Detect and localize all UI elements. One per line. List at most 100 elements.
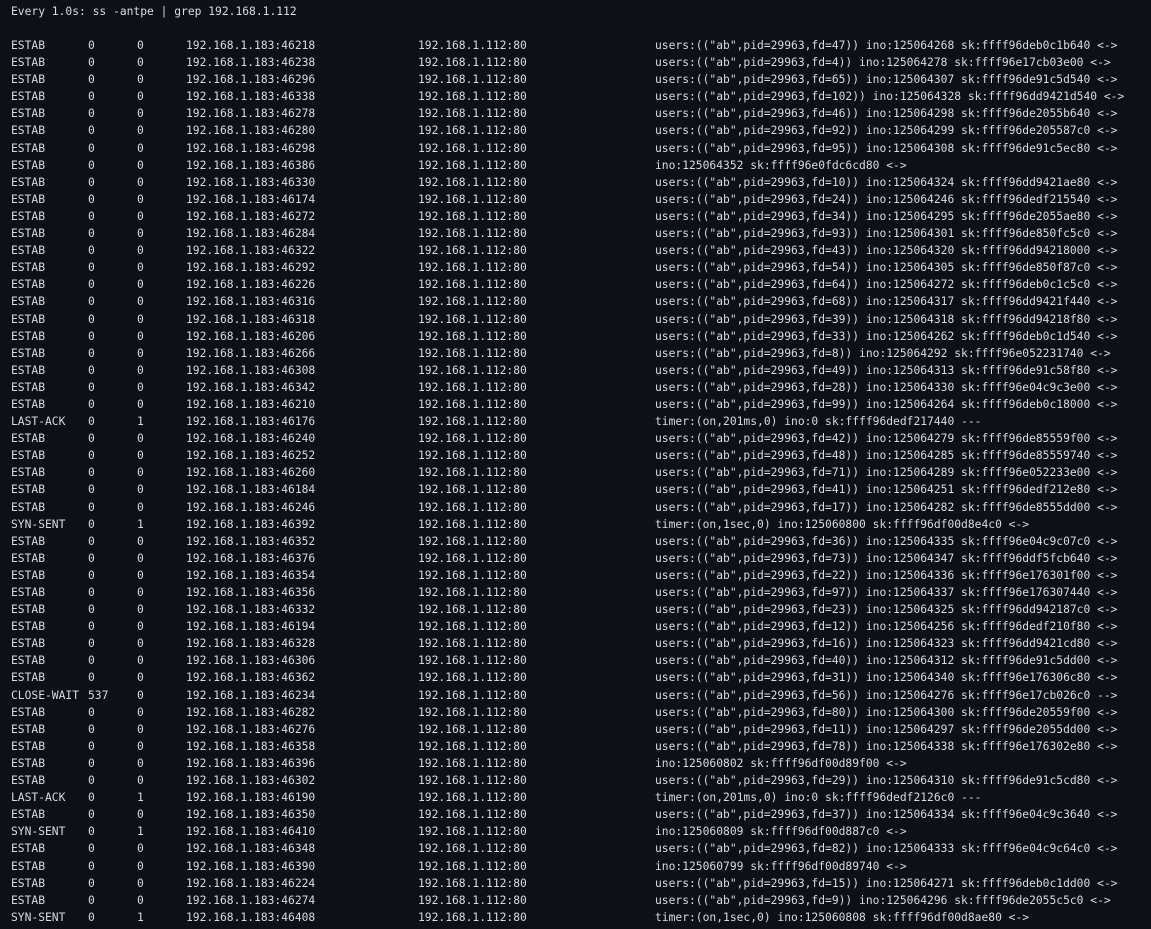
socket-row: ESTAB 0 0 192.168.1.183:46266 192.168.1.112:… xyxy=(0,345,1151,362)
local-address: 192.168.1.183:46218 xyxy=(186,39,316,52)
socket-row: ESTAB 0 0 192.168.1.183:46338 192.168.1.112:… xyxy=(0,88,1151,105)
socket-row: ESTAB 0 0 192.168.1.183:46354 192.168.1.112:… xyxy=(0,567,1151,584)
local-address: 192.168.1.183:46194 xyxy=(186,620,316,634)
socket-state: SYN-SENT xyxy=(11,517,66,531)
socket-row: ESTAB 0 0 192.168.1.183:46318 192.168.1.112:… xyxy=(0,311,1151,328)
socket-state: ESTAB xyxy=(11,346,46,360)
send-queue: 0 xyxy=(137,774,144,788)
send-queue: 1 xyxy=(137,825,144,839)
peer-address: 192.168.1.112:80 xyxy=(418,397,527,411)
recv-queue: 0 xyxy=(88,722,95,736)
socket-row: ESTAB 0 0 192.168.1.183:46276 192.168.1.112:… xyxy=(0,721,1151,738)
send-queue: 1 xyxy=(137,517,144,531)
peer-address: 192.168.1.112:80 xyxy=(418,380,527,394)
process-info: users:(("ab",pid=29963,fd=68)) ino:12506… xyxy=(655,295,1118,309)
recv-queue: 0 xyxy=(88,244,95,258)
socket-row: LAST-ACK 0 1 192.168.1.183:46176 192.168.1.1… xyxy=(0,413,1151,430)
send-queue: 0 xyxy=(137,671,144,685)
send-queue: 0 xyxy=(137,227,144,241)
socket-row: ESTAB 0 0 192.168.1.183:46194 192.168.1.112:… xyxy=(0,618,1151,635)
watch-header: Every 1.0s: ss -antpe | grep 192.168.1.1… xyxy=(11,5,297,18)
process-info: users:(("ab",pid=29963,fd=46)) ino:12506… xyxy=(655,107,1118,121)
peer-address: 192.168.1.112:80 xyxy=(418,551,527,565)
socket-state: ESTAB xyxy=(11,209,46,223)
peer-address: 192.168.1.112:80 xyxy=(418,124,527,138)
process-info: users:(("ab",pid=29963,fd=56)) ino:12506… xyxy=(655,688,1118,702)
socket-state: ESTAB xyxy=(11,739,46,753)
send-queue: 0 xyxy=(137,534,144,548)
send-queue: 0 xyxy=(137,603,144,617)
peer-address: 192.168.1.112:80 xyxy=(418,910,527,924)
peer-address: 192.168.1.112:80 xyxy=(418,876,527,890)
send-queue: 0 xyxy=(137,637,144,651)
socket-state: ESTAB xyxy=(11,774,46,788)
local-address: 192.168.1.183:46396 xyxy=(186,756,316,770)
recv-queue: 0 xyxy=(88,620,95,634)
recv-queue: 0 xyxy=(88,415,95,429)
send-queue: 0 xyxy=(137,483,144,497)
peer-address: 192.168.1.112:80 xyxy=(418,329,527,343)
recv-queue: 0 xyxy=(88,910,95,924)
peer-address: 192.168.1.112:80 xyxy=(418,90,527,104)
peer-address: 192.168.1.112:80 xyxy=(418,209,527,223)
process-info: users:(("ab",pid=29963,fd=40)) ino:12506… xyxy=(655,654,1118,668)
socket-state: ESTAB xyxy=(11,312,46,326)
socket-row: ESTAB 0 0 192.168.1.183:46322 192.168.1.112:… xyxy=(0,242,1151,259)
send-queue: 0 xyxy=(137,295,144,309)
process-info: users:(("ab",pid=29963,fd=10)) ino:12506… xyxy=(655,175,1118,189)
recv-queue: 0 xyxy=(88,654,95,668)
socket-row: ESTAB 0 0 192.168.1.183:46278 192.168.1.112:… xyxy=(0,105,1151,122)
recv-queue: 0 xyxy=(88,842,95,856)
local-address: 192.168.1.183:46338 xyxy=(186,90,316,104)
socket-row: ESTAB 0 0 192.168.1.183:46184 192.168.1.112:… xyxy=(0,481,1151,498)
socket-row: ESTAB 0 0 192.168.1.183:46356 192.168.1.112:… xyxy=(0,584,1151,601)
local-address: 192.168.1.183:46342 xyxy=(186,380,316,394)
process-info: users:(("ab",pid=29963,fd=17)) ino:12506… xyxy=(655,500,1118,514)
recv-queue: 0 xyxy=(88,637,95,651)
process-info: users:(("ab",pid=29963,fd=65)) ino:12506… xyxy=(655,73,1118,87)
send-queue: 0 xyxy=(137,329,144,343)
recv-queue: 0 xyxy=(88,363,95,377)
peer-address: 192.168.1.112:80 xyxy=(418,842,527,856)
send-queue: 0 xyxy=(137,568,144,582)
process-info: users:(("ab",pid=29963,fd=15)) ino:12506… xyxy=(655,876,1118,890)
socket-state: ESTAB xyxy=(11,397,46,411)
process-info: timer:(on,1sec,0) ino:125060800 sk:ffff9… xyxy=(655,517,1030,531)
recv-queue: 0 xyxy=(88,261,95,275)
socket-row: ESTAB 0 0 192.168.1.183:46274 192.168.1.112:… xyxy=(0,892,1151,909)
peer-address: 192.168.1.112:80 xyxy=(418,739,527,753)
send-queue: 0 xyxy=(137,261,144,275)
socket-row: ESTAB 0 0 192.168.1.183:46284 192.168.1.112:… xyxy=(0,225,1151,242)
process-info: ino:125060799 sk:ffff96df00d89740 <-> xyxy=(655,859,907,873)
send-queue: 0 xyxy=(137,141,144,155)
peer-address: 192.168.1.112:80 xyxy=(418,466,527,480)
local-address: 192.168.1.183:46332 xyxy=(186,603,316,617)
send-queue: 0 xyxy=(137,705,144,719)
process-info: users:(("ab",pid=29963,fd=31)) ino:12506… xyxy=(655,671,1118,685)
process-info: users:(("ab",pid=29963,fd=64)) ino:12506… xyxy=(655,278,1118,292)
peer-address: 192.168.1.112:80 xyxy=(418,244,527,258)
peer-address: 192.168.1.112:80 xyxy=(418,415,527,429)
socket-row: ESTAB 0 0 192.168.1.183:46272 192.168.1.112:… xyxy=(0,208,1151,225)
socket-state: ESTAB xyxy=(11,175,46,189)
local-address: 192.168.1.183:46260 xyxy=(186,466,316,480)
peer-address: 192.168.1.112:80 xyxy=(418,227,527,241)
peer-address: 192.168.1.112:80 xyxy=(418,688,527,702)
socket-state: ESTAB xyxy=(11,278,46,292)
socket-state: ESTAB xyxy=(11,141,46,155)
send-queue: 0 xyxy=(137,449,144,463)
process-info: users:(("ab",pid=29963,fd=92)) ino:12506… xyxy=(655,124,1118,138)
terminal-window[interactable]: Every 1.0s: ss -antpe | grep 192.168.1.1… xyxy=(0,0,1151,929)
local-address: 192.168.1.183:46362 xyxy=(186,671,316,685)
peer-address: 192.168.1.112:80 xyxy=(418,73,527,87)
send-queue: 0 xyxy=(137,859,144,873)
recv-queue: 0 xyxy=(88,90,95,104)
send-queue: 0 xyxy=(137,432,144,446)
peer-address: 192.168.1.112:80 xyxy=(418,774,527,788)
recv-queue: 0 xyxy=(88,568,95,582)
socket-state: ESTAB xyxy=(11,124,46,138)
local-address: 192.168.1.183:46210 xyxy=(186,397,316,411)
process-info: users:(("ab",pid=29963,fd=41)) ino:12506… xyxy=(655,483,1118,497)
local-address: 192.168.1.183:46392 xyxy=(186,517,316,531)
recv-queue: 0 xyxy=(88,534,95,548)
